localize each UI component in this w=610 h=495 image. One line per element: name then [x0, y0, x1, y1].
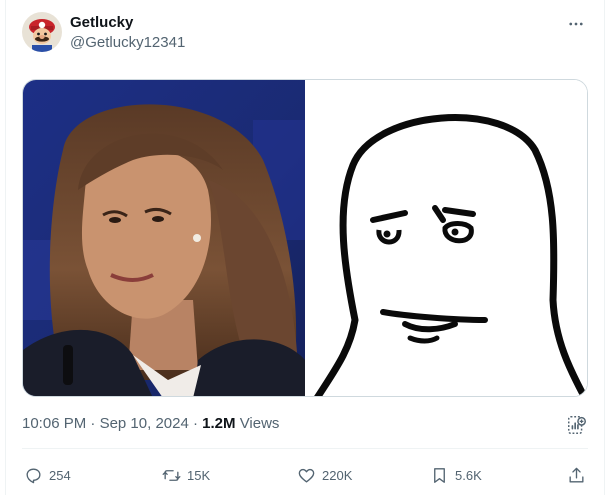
- repost-count: 15K: [187, 467, 211, 483]
- share-button[interactable]: [567, 462, 586, 488]
- reply-icon: [26, 467, 41, 483]
- more-options-button[interactable]: [564, 12, 588, 36]
- bookmark-count: 5.6K: [455, 467, 482, 483]
- author-names: Getlucky @Getlucky12341: [70, 14, 185, 53]
- meta-separator: ·: [192, 415, 198, 432]
- divider: [22, 448, 588, 449]
- woman-photo: [23, 80, 305, 396]
- reply-button[interactable]: 254: [24, 462, 71, 488]
- bookmark-button[interactable]: 5.6K: [430, 462, 482, 488]
- avatar-image: [22, 12, 62, 52]
- tweet-meta: 10:06 PM · Sep 10, 2024 · 1.2M Views: [22, 414, 279, 434]
- display-name[interactable]: Getlucky: [70, 14, 185, 32]
- avatar[interactable]: [22, 12, 62, 52]
- tweet-date[interactable]: Sep 10, 2024: [100, 415, 189, 432]
- reply-count: 254: [49, 467, 71, 483]
- media-drawing-right: [305, 80, 587, 396]
- tweet-time[interactable]: 10:06 PM: [22, 415, 86, 432]
- more-horizontal-icon: [569, 22, 583, 26]
- heart-icon: [298, 468, 315, 483]
- tweet-media[interactable]: [22, 79, 588, 397]
- tweet-header: Getlucky @Getlucky12341: [22, 12, 588, 56]
- meta-separator: ·: [90, 415, 96, 432]
- repost-icon: [162, 469, 181, 481]
- share-icon: [569, 467, 584, 483]
- meme-face-drawing: [305, 80, 587, 396]
- analytics-icon: [568, 416, 586, 434]
- repost-button[interactable]: 15K: [162, 462, 210, 488]
- action-bar: 254 15K 220K 5.6K: [22, 462, 588, 488]
- bookmark-icon: [434, 467, 445, 483]
- username-handle[interactable]: @Getlucky12341: [70, 33, 185, 53]
- views-label: Views: [239, 415, 280, 432]
- view-analytics-button[interactable]: [566, 414, 588, 436]
- like-count: 220K: [322, 467, 353, 483]
- media-photo-left: [23, 80, 305, 396]
- views-count: 1.2M: [202, 415, 236, 432]
- like-button[interactable]: 220K: [297, 462, 352, 488]
- tweet-card: Getlucky @Getlucky12341 10:06 PM · Sep 1…: [5, 0, 605, 495]
